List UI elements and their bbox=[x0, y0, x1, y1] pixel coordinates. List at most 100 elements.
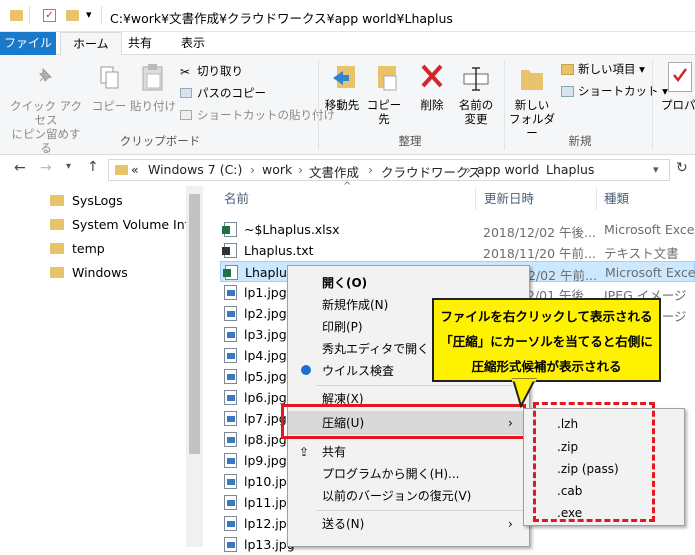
menu-restore-versions[interactable]: 以前のバージョンの復元(V) bbox=[288, 485, 529, 507]
nav-item-label: SysLogs bbox=[72, 192, 123, 208]
delete-button[interactable]: 削除 bbox=[415, 98, 449, 112]
breadcrumb-lhaplus[interactable]: Lhaplus bbox=[546, 162, 594, 177]
menu-send-to[interactable]: 送る(N) › bbox=[288, 513, 529, 535]
menu-separator bbox=[316, 385, 528, 386]
menu-label: 送る(N) bbox=[322, 517, 365, 531]
column-date[interactable]: 更新日時 bbox=[484, 186, 534, 212]
file-type: Microsoft Excel bbox=[605, 265, 695, 280]
nav-scrollbar[interactable] bbox=[186, 186, 203, 547]
copy-icon bbox=[98, 65, 120, 91]
move-to-button[interactable]: 移動先 bbox=[322, 98, 362, 112]
file-row[interactable]: ~$Lhaplus.xlsx 2018/12/02 午後... Microsoft … bbox=[220, 219, 695, 240]
new-item-label: 新しい項目 bbox=[578, 62, 636, 76]
nav-item-windows[interactable]: Windows bbox=[50, 261, 128, 283]
tab-view[interactable]: 表示 bbox=[169, 32, 217, 55]
address-dropdown-icon[interactable]: ▾ bbox=[653, 163, 659, 176]
new-item-icon bbox=[561, 64, 574, 75]
column-divider[interactable] bbox=[596, 188, 597, 210]
refresh-icon[interactable]: ↻ bbox=[676, 160, 688, 176]
sort-up-icon: ^ bbox=[343, 181, 352, 192]
back-arrow-icon[interactable]: ← bbox=[14, 160, 26, 176]
menu-label: 開く(O) bbox=[322, 276, 368, 290]
paste-shortcut-button[interactable]: ショートカットの貼り付け bbox=[197, 108, 335, 122]
file-type: Microsoft Excel bbox=[604, 222, 695, 237]
properties-icon bbox=[668, 62, 692, 92]
column-name[interactable]: 名前 bbox=[224, 186, 249, 212]
breadcrumb-appworld[interactable]: app world bbox=[477, 162, 539, 177]
pin-icon bbox=[34, 65, 56, 87]
breadcrumb-drive[interactable]: Windows 7 (C:) bbox=[148, 162, 242, 177]
file-name: lp2.jpg bbox=[244, 306, 287, 321]
navigation-pane: SysLogs System Volume Info temp Windows bbox=[0, 186, 197, 547]
copy-button[interactable]: コピー bbox=[90, 99, 128, 113]
image-file-icon bbox=[224, 390, 237, 405]
group-divider bbox=[504, 60, 505, 150]
copy-to-button[interactable]: コピー先 bbox=[362, 98, 406, 126]
tab-share[interactable]: 共有 bbox=[116, 32, 164, 55]
menu-open[interactable]: 開く(O) bbox=[288, 272, 529, 294]
title-bar: ✓ ▾ C:¥work¥文書作成¥クラウドワークス¥app world¥Lhap… bbox=[0, 0, 695, 32]
breadcrumb-separator: › bbox=[466, 162, 471, 177]
breadcrumb-overflow[interactable]: « bbox=[131, 162, 139, 177]
annotation-callout: ファイルを右クリックして表示される 「圧縮」にカーソルを当てると右側に 圧縮形式… bbox=[432, 298, 661, 382]
file-name: lp3.jpg bbox=[244, 327, 287, 342]
menu-label: 新規作成(N) bbox=[322, 298, 389, 312]
paste-button[interactable]: 貼り付け bbox=[130, 99, 176, 113]
callout-line-1: ファイルを右クリックして表示される bbox=[440, 309, 653, 324]
nav-item-syslogs[interactable]: SysLogs bbox=[50, 189, 123, 211]
file-name: lp4.jpg bbox=[244, 348, 287, 363]
tab-file[interactable]: ファイル bbox=[0, 32, 56, 55]
menu-open-with[interactable]: プログラムから開く(H)... bbox=[288, 463, 529, 485]
copy-to-icon bbox=[374, 62, 400, 94]
new-folder-button[interactable]: 新しい フォルダー bbox=[506, 98, 558, 140]
breadcrumb-work[interactable]: work bbox=[262, 162, 292, 177]
excel-file-icon bbox=[223, 265, 238, 280]
pin-quick-access-button[interactable]: クイック アクセス にピン留めする bbox=[6, 99, 86, 155]
address-bar[interactable]: « Windows 7 (C:) › work › 文書作成 › クラウドワーク… bbox=[108, 159, 670, 181]
divider bbox=[101, 6, 102, 24]
organize-group-label: 整理 bbox=[398, 134, 422, 148]
callout-pointer bbox=[511, 378, 537, 409]
file-date: 2018/11/20 午前... bbox=[483, 246, 596, 261]
breadcrumb-separator: › bbox=[250, 162, 255, 177]
clipboard-group-label: クリップボード bbox=[119, 134, 201, 148]
properties-button[interactable]: プロパティ bbox=[661, 98, 695, 112]
new-item-button[interactable]: 新しい項目 ▾ bbox=[578, 62, 645, 76]
text-file-icon bbox=[222, 243, 237, 258]
easy-access-button[interactable]: ショートカット ▾ bbox=[578, 84, 668, 98]
tab-home[interactable]: ホーム bbox=[60, 32, 122, 56]
up-arrow-icon[interactable]: ↑ bbox=[87, 159, 99, 175]
menu-share[interactable]: 共有 bbox=[288, 441, 529, 463]
file-name: Lhaplus.txt bbox=[244, 243, 314, 258]
recent-dropdown-icon[interactable]: ▾ bbox=[66, 161, 71, 172]
properties-check-icon[interactable]: ✓ bbox=[43, 9, 56, 22]
forward-arrow-icon[interactable]: → bbox=[40, 160, 52, 176]
nav-item-temp[interactable]: temp bbox=[50, 237, 105, 259]
column-divider[interactable] bbox=[475, 188, 476, 210]
image-file-icon bbox=[224, 453, 237, 468]
menu-label: 以前のバージョンの復元(V) bbox=[322, 489, 472, 503]
breadcrumb-docs[interactable]: 文書作成 bbox=[309, 162, 359, 181]
image-file-icon bbox=[224, 327, 237, 342]
folder-icon bbox=[50, 242, 64, 254]
file-type: テキスト文書 bbox=[604, 246, 679, 261]
shortcut-label: ショートカット bbox=[578, 84, 659, 98]
folder-icon bbox=[115, 165, 128, 175]
new-folder-icon[interactable] bbox=[66, 10, 79, 21]
nav-item-system-volume[interactable]: System Volume Info bbox=[50, 213, 197, 235]
file-date: 2018/12/02 午後... bbox=[483, 225, 596, 240]
menu-label: 共有 bbox=[322, 445, 347, 459]
rename-button[interactable]: 名前の 変更 bbox=[454, 98, 498, 126]
image-file-icon bbox=[224, 495, 237, 510]
quick-access-dropdown-icon[interactable]: ▾ bbox=[86, 8, 92, 21]
copy-path-button[interactable]: パスのコピー bbox=[197, 86, 266, 100]
callout-line-2: 「圧縮」にカーソルを当てると右側に bbox=[440, 334, 653, 349]
file-name: lp5.jpg bbox=[244, 369, 287, 384]
clipboard-icon bbox=[140, 63, 166, 93]
scrollbar-thumb[interactable] bbox=[189, 194, 200, 454]
column-type[interactable]: 種類 bbox=[604, 186, 629, 212]
folder-icon bbox=[50, 194, 64, 206]
file-row[interactable]: Lhaplus.txt 2018/11/20 午前... テキスト文書 bbox=[220, 240, 695, 261]
cut-button[interactable]: 切り取り bbox=[197, 64, 243, 78]
format-list-highlight-box bbox=[533, 402, 655, 522]
